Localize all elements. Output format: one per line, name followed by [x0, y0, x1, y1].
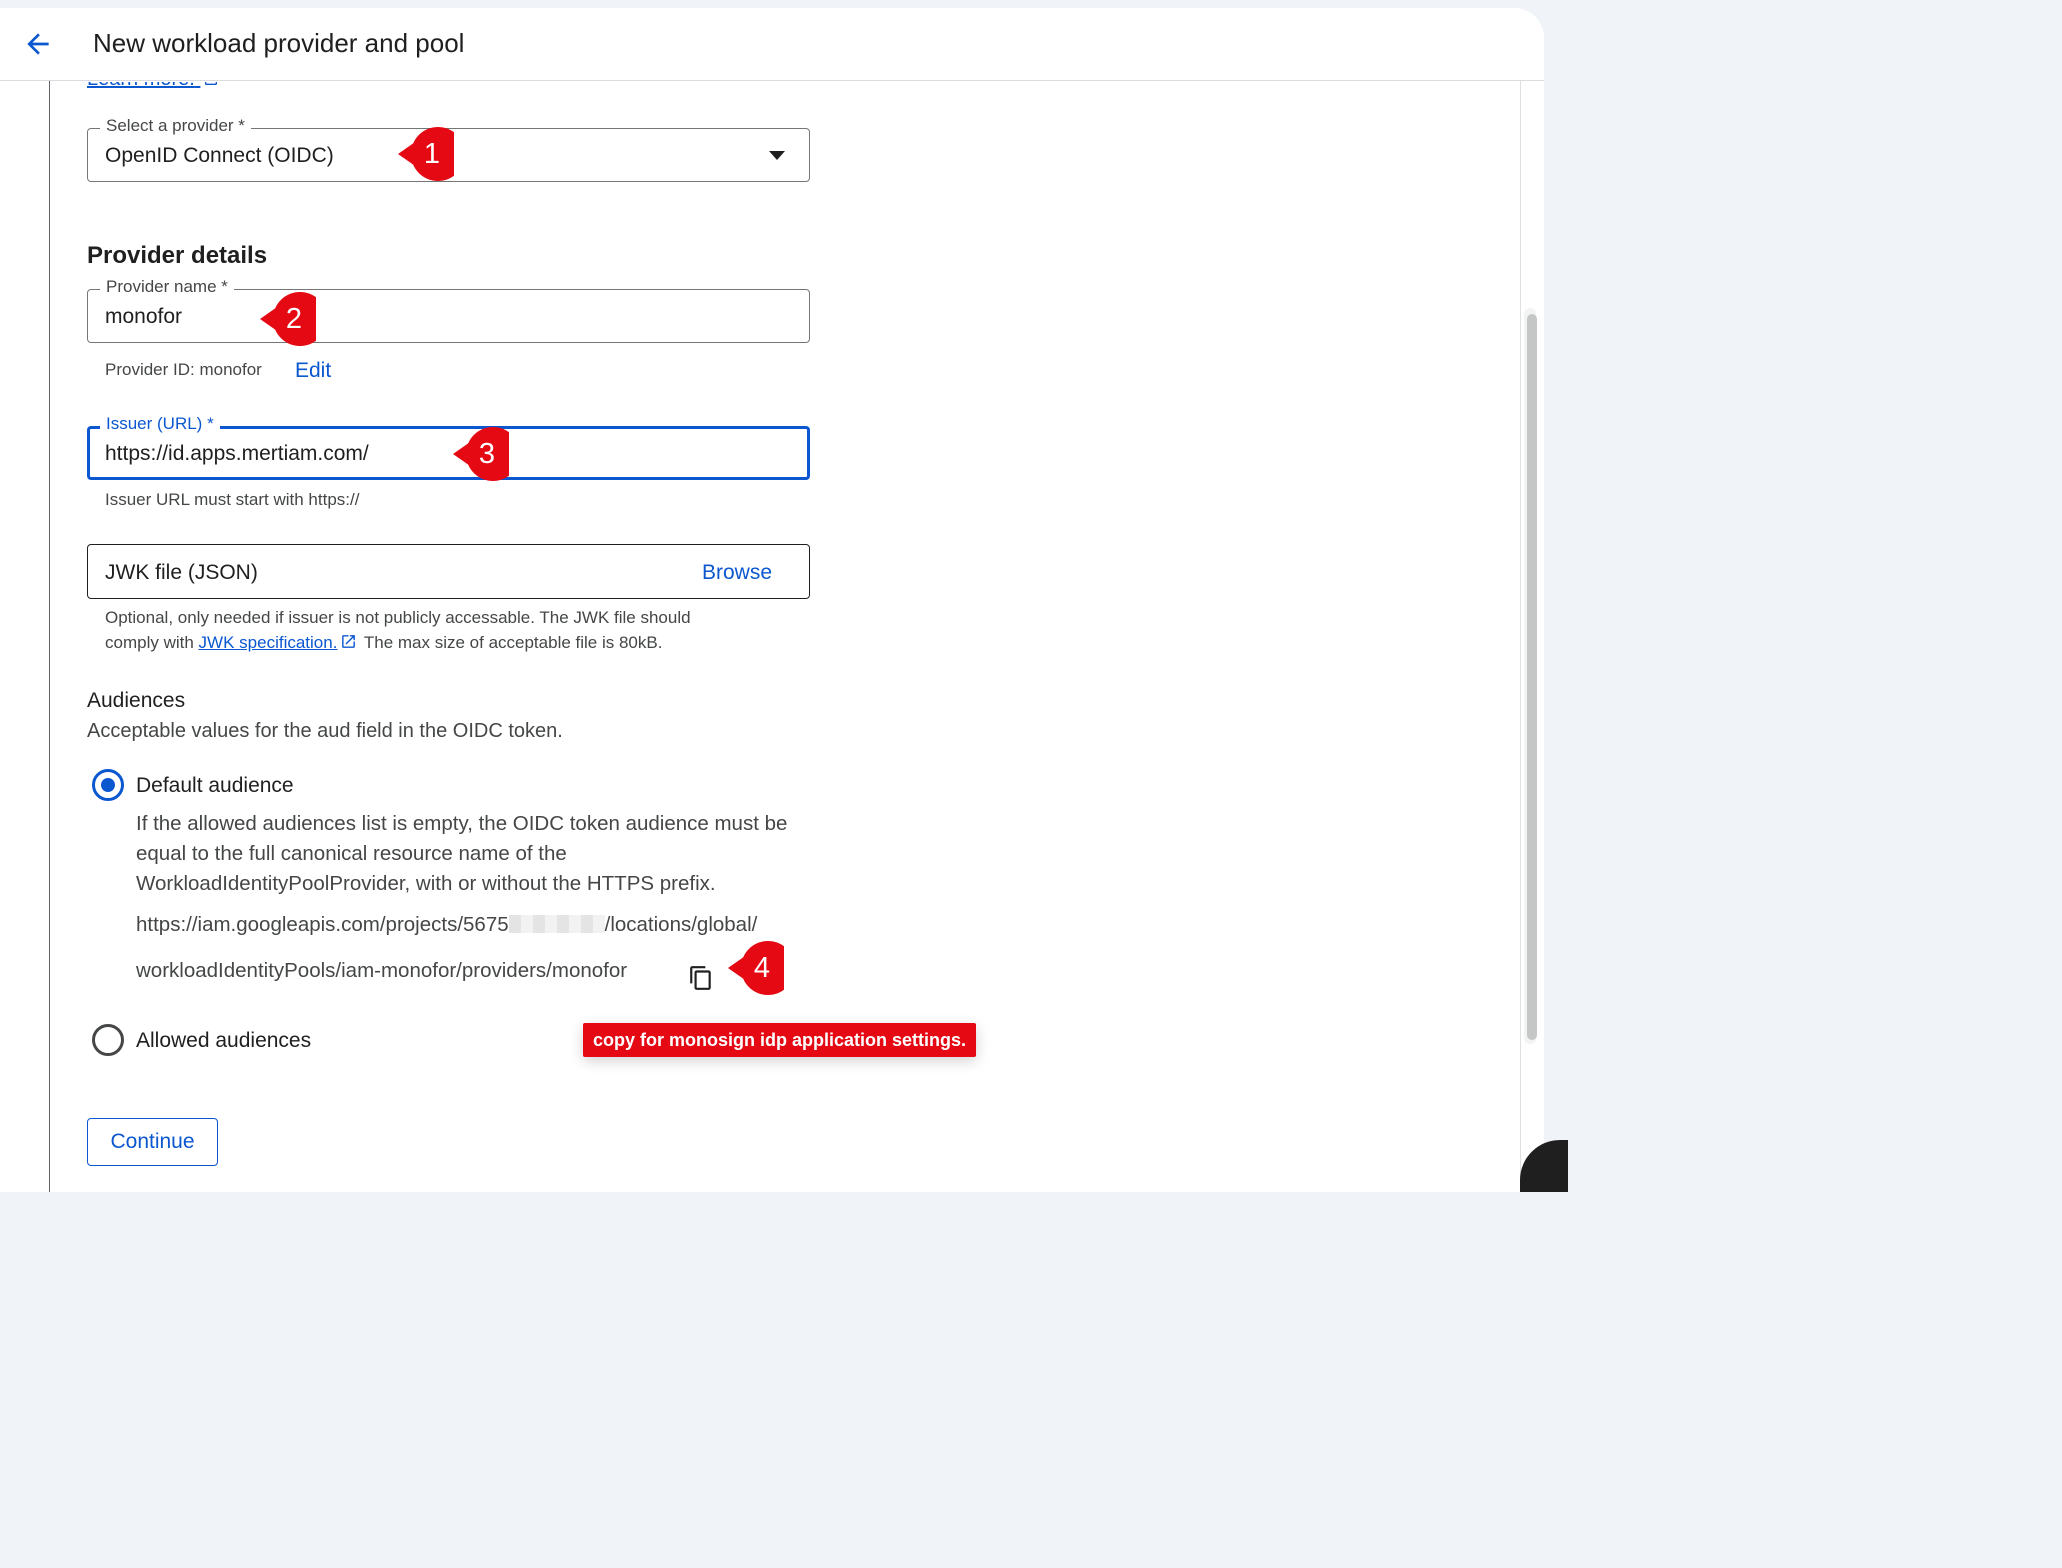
issuer-url-helper: Issuer URL must start with https://	[105, 490, 360, 509]
jwk-specification-link[interactable]: JWK specification.	[199, 633, 338, 652]
jwk-helper-prefix: comply with	[105, 633, 194, 652]
main-panel: New workload provider and pool Learn mor…	[0, 8, 1544, 1192]
provider-details-heading: Provider details	[87, 242, 268, 269]
audiences-heading: Audiences	[87, 689, 186, 712]
jwk-helper-suffix: The max size of acceptable file is 80kB.	[363, 633, 663, 652]
resource-name-line1: https://iam.googleapis.com/projects/5675…	[136, 913, 757, 937]
default-audience-label: Default audience	[136, 774, 294, 797]
annotation-badge-number: 1	[423, 138, 441, 170]
provider-select-label: Select a provider *	[100, 116, 251, 136]
provider-name-value: monofor	[105, 305, 183, 328]
provider-name-field[interactable]: Provider name * monofor	[87, 277, 810, 343]
jwk-file-field[interactable]: JWK file (JSON) Browse	[87, 544, 810, 599]
continue-button[interactable]: Continue	[87, 1118, 218, 1166]
audiences-description: Acceptable values for the aud field in t…	[87, 720, 563, 742]
annotation-badge-4: 4	[728, 940, 795, 996]
annotation-badge-number: 2	[285, 303, 303, 335]
annotation-note: copy for monosign idp application settin…	[583, 1023, 977, 1057]
jwk-helper-line1: Optional, only needed if issuer is not p…	[105, 608, 691, 627]
page-header: New workload provider and pool	[0, 8, 1544, 81]
allowed-audiences-radio[interactable]	[92, 1024, 124, 1056]
issuer-url-label: Issuer (URL) *	[100, 414, 220, 434]
jwk-helper-line2: comply with JWK specification. The max s…	[105, 633, 662, 653]
provider-select-value: OpenID Connect (OIDC)	[105, 144, 334, 167]
annotation-badge-number: 4	[753, 952, 771, 984]
content-left-border	[49, 81, 50, 1192]
back-arrow-icon[interactable]	[22, 28, 54, 60]
issuer-url-value: https://id.apps.mertiam.com/	[105, 442, 369, 465]
redacted-project-number	[508, 915, 605, 933]
provider-id-text: Provider ID: monofor	[105, 360, 262, 379]
resource-name-line2: workloadIdentityPools/iam-monofor/provid…	[136, 959, 628, 982]
annotation-badge-3: 3	[453, 426, 520, 482]
issuer-url-field[interactable]: Issuer (URL) * https://id.apps.mertiam.c…	[87, 414, 810, 480]
browse-button[interactable]: Browse	[702, 561, 772, 585]
default-audience-radio[interactable]	[92, 769, 124, 801]
scrollbar-thumb[interactable]	[1527, 314, 1537, 1040]
content-right-border	[1520, 81, 1521, 1192]
edit-provider-id-button[interactable]: Edit	[295, 359, 331, 383]
page-title: New workload provider and pool	[93, 28, 465, 58]
default-audience-description: If the allowed audiences list is empty, …	[136, 812, 788, 895]
dropdown-arrow-icon	[769, 151, 785, 160]
page: New workload provider and pool Learn mor…	[0, 0, 1568, 1192]
external-link-icon	[342, 635, 356, 648]
provider-name-label: Provider name *	[100, 277, 234, 297]
copy-icon[interactable]	[688, 965, 714, 991]
resource-name-part2: /locations/global/	[604, 913, 758, 936]
resource-name-part1: https://iam.googleapis.com/projects/5675	[136, 913, 509, 936]
annotation-badge-2: 2	[260, 291, 327, 347]
annotation-badge-number: 3	[478, 438, 496, 470]
allowed-audiences-label: Allowed audiences	[136, 1029, 312, 1052]
annotation-badge-1: 1	[398, 126, 465, 182]
jwk-file-label: JWK file (JSON)	[105, 561, 258, 584]
